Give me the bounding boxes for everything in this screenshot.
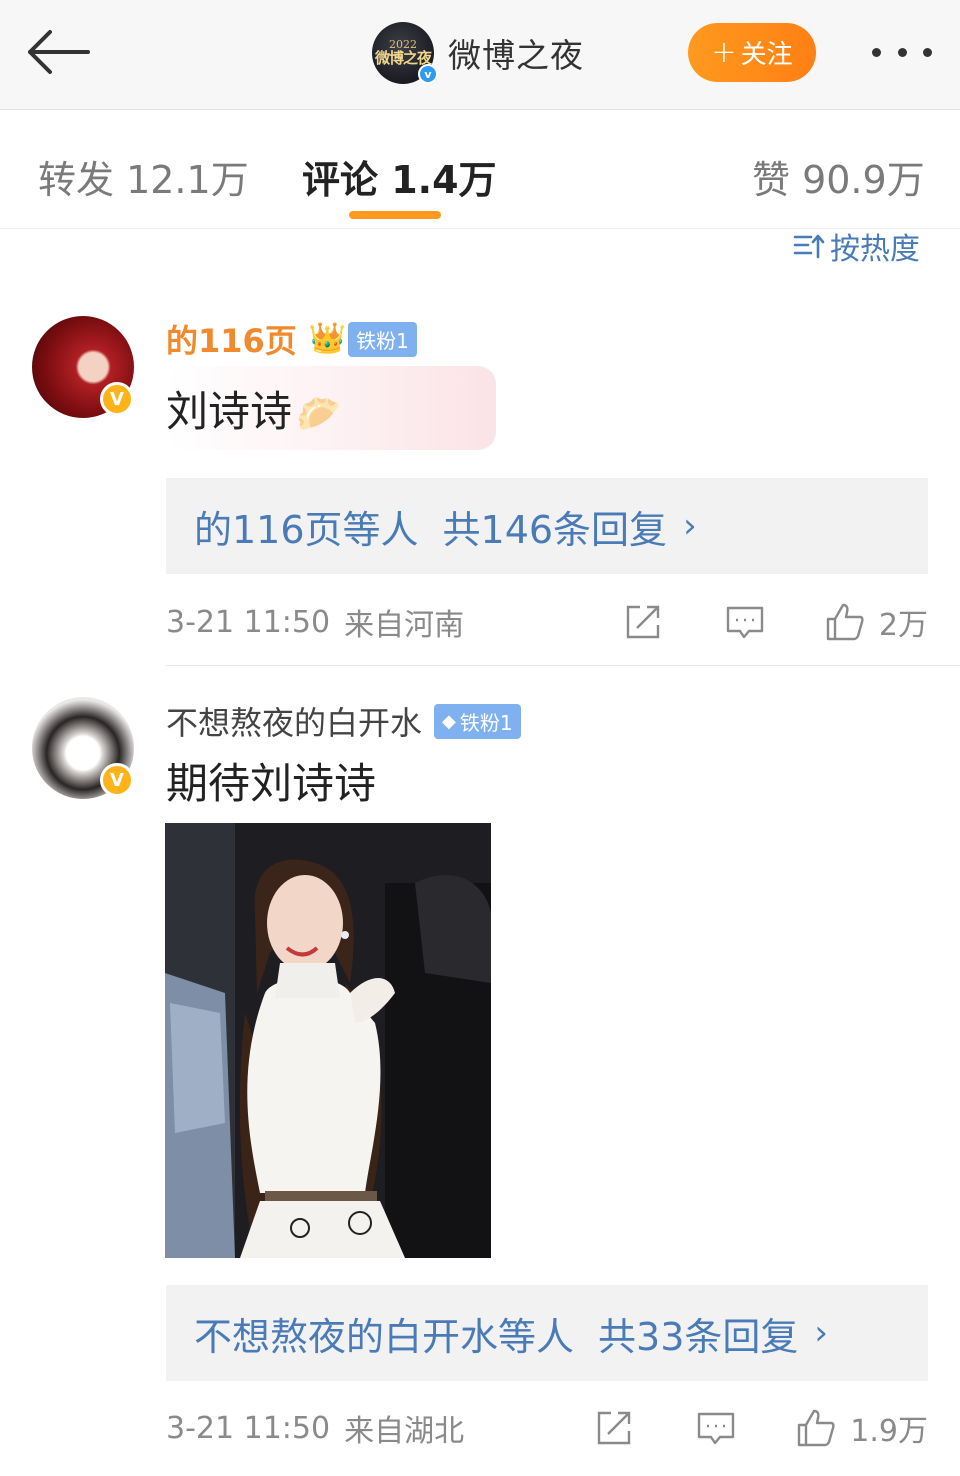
commenter-avatar[interactable]: V bbox=[32, 697, 134, 799]
more-dots-icon[interactable] bbox=[866, 40, 938, 64]
diamond-icon: ◆ bbox=[442, 710, 456, 732]
active-tab-indicator bbox=[349, 211, 441, 219]
comment-text-content: 刘诗诗 bbox=[166, 387, 293, 436]
verified-icon: v bbox=[418, 64, 438, 84]
fan-badge[interactable]: ◆ 铁粉1 bbox=[434, 703, 521, 739]
chevron-right-icon: › bbox=[814, 1313, 828, 1353]
fan-badge[interactable]: 铁粉1 bbox=[348, 321, 417, 357]
comment-location: 来自河南 bbox=[344, 608, 465, 643]
reply-count: 共146条回复 bbox=[442, 507, 668, 552]
like-count: 2万 bbox=[878, 608, 928, 643]
commenter-name[interactable]: 不想熬夜的白开水 bbox=[166, 698, 422, 744]
reply-count: 共33条回复 bbox=[598, 1314, 799, 1359]
follow-button[interactable]: + 关注 bbox=[688, 23, 816, 82]
like-count: 1.9万 bbox=[850, 1414, 928, 1449]
thumbs-up-icon[interactable] bbox=[796, 1408, 836, 1448]
comment-text: 期待刘诗诗 bbox=[166, 759, 377, 808]
verified-icon: V bbox=[100, 382, 134, 416]
reply-summary[interactable]: 不想熬夜的白开水等人 共33条回复 › bbox=[166, 1285, 928, 1381]
comment-actions: 2万 bbox=[623, 597, 928, 647]
comment-time: 3-21 11:50 bbox=[166, 1410, 331, 1446]
reply-users: 的116页等人 bbox=[194, 507, 419, 552]
commenter-avatar[interactable]: V bbox=[32, 316, 134, 418]
reply-users: 不想熬夜的白开水等人 bbox=[194, 1314, 575, 1359]
username-row: 不想熬夜的白开水 ◆ 铁粉1 bbox=[166, 698, 521, 744]
reply-summary[interactable]: 的116页等人 共146条回复 › bbox=[166, 478, 928, 574]
comment-photo[interactable] bbox=[165, 823, 491, 1258]
comment-text: 刘诗诗 🥟 bbox=[166, 378, 341, 439]
dot bbox=[923, 47, 932, 57]
comment-location: 来自湖北 bbox=[344, 1414, 465, 1449]
comment-meta: 3-21 11:50 来自湖北 1.9万 bbox=[166, 1403, 928, 1453]
comment-meta: 3-21 11:50 来自河南 2万 bbox=[166, 597, 928, 647]
follow-label: 关注 bbox=[740, 40, 793, 70]
account-header[interactable]: 2022 微博之夜 v 微博之夜 bbox=[372, 20, 584, 86]
dumpling-emoji-icon: 🥟 bbox=[296, 394, 341, 435]
verified-icon: V bbox=[100, 763, 134, 797]
divider bbox=[166, 665, 960, 666]
account-name[interactable]: 微博之夜 bbox=[448, 29, 584, 77]
account-avatar[interactable]: 2022 微博之夜 v bbox=[372, 22, 438, 84]
crown-icon: 👑 bbox=[308, 321, 347, 356]
dot bbox=[872, 47, 881, 57]
thumbs-up-icon[interactable] bbox=[825, 602, 865, 642]
fan-badge-label: 铁粉1 bbox=[356, 328, 409, 353]
back-button[interactable] bbox=[22, 22, 94, 82]
share-icon[interactable] bbox=[623, 602, 663, 642]
chevron-right-icon: › bbox=[683, 506, 697, 546]
back-arrow-icon bbox=[28, 30, 90, 74]
fan-badge-label: 铁粉1 bbox=[459, 710, 513, 735]
top-nav-bar: 2022 微博之夜 v 微博之夜 + 关注 bbox=[0, 0, 960, 110]
comment-icon[interactable] bbox=[725, 602, 765, 642]
tab-bar: 转发 12.1万 评论 1.4万 赞 90.9万 bbox=[0, 111, 960, 229]
sort-toggle[interactable]: 按热度 bbox=[792, 224, 920, 268]
username-row: 的116页 👑 铁粉1 bbox=[166, 316, 417, 362]
dot bbox=[897, 47, 907, 57]
comment-time: 3-21 11:50 bbox=[166, 604, 331, 640]
plus-icon: + bbox=[711, 35, 737, 70]
tab-comment[interactable]: 评论 1.4万 bbox=[302, 149, 497, 204]
photo-woman-white-sweater bbox=[165, 823, 491, 1258]
comment-actions: 1.9万 bbox=[594, 1403, 928, 1453]
share-icon[interactable] bbox=[594, 1408, 634, 1448]
tab-like[interactable]: 赞 90.9万 bbox=[752, 149, 925, 204]
commenter-name[interactable]: 的116页 bbox=[166, 316, 297, 362]
sort-icon bbox=[793, 234, 825, 259]
tab-repost[interactable]: 转发 12.1万 bbox=[38, 149, 249, 204]
sort-label: 按热度 bbox=[830, 232, 920, 267]
comment-icon[interactable] bbox=[696, 1408, 736, 1448]
